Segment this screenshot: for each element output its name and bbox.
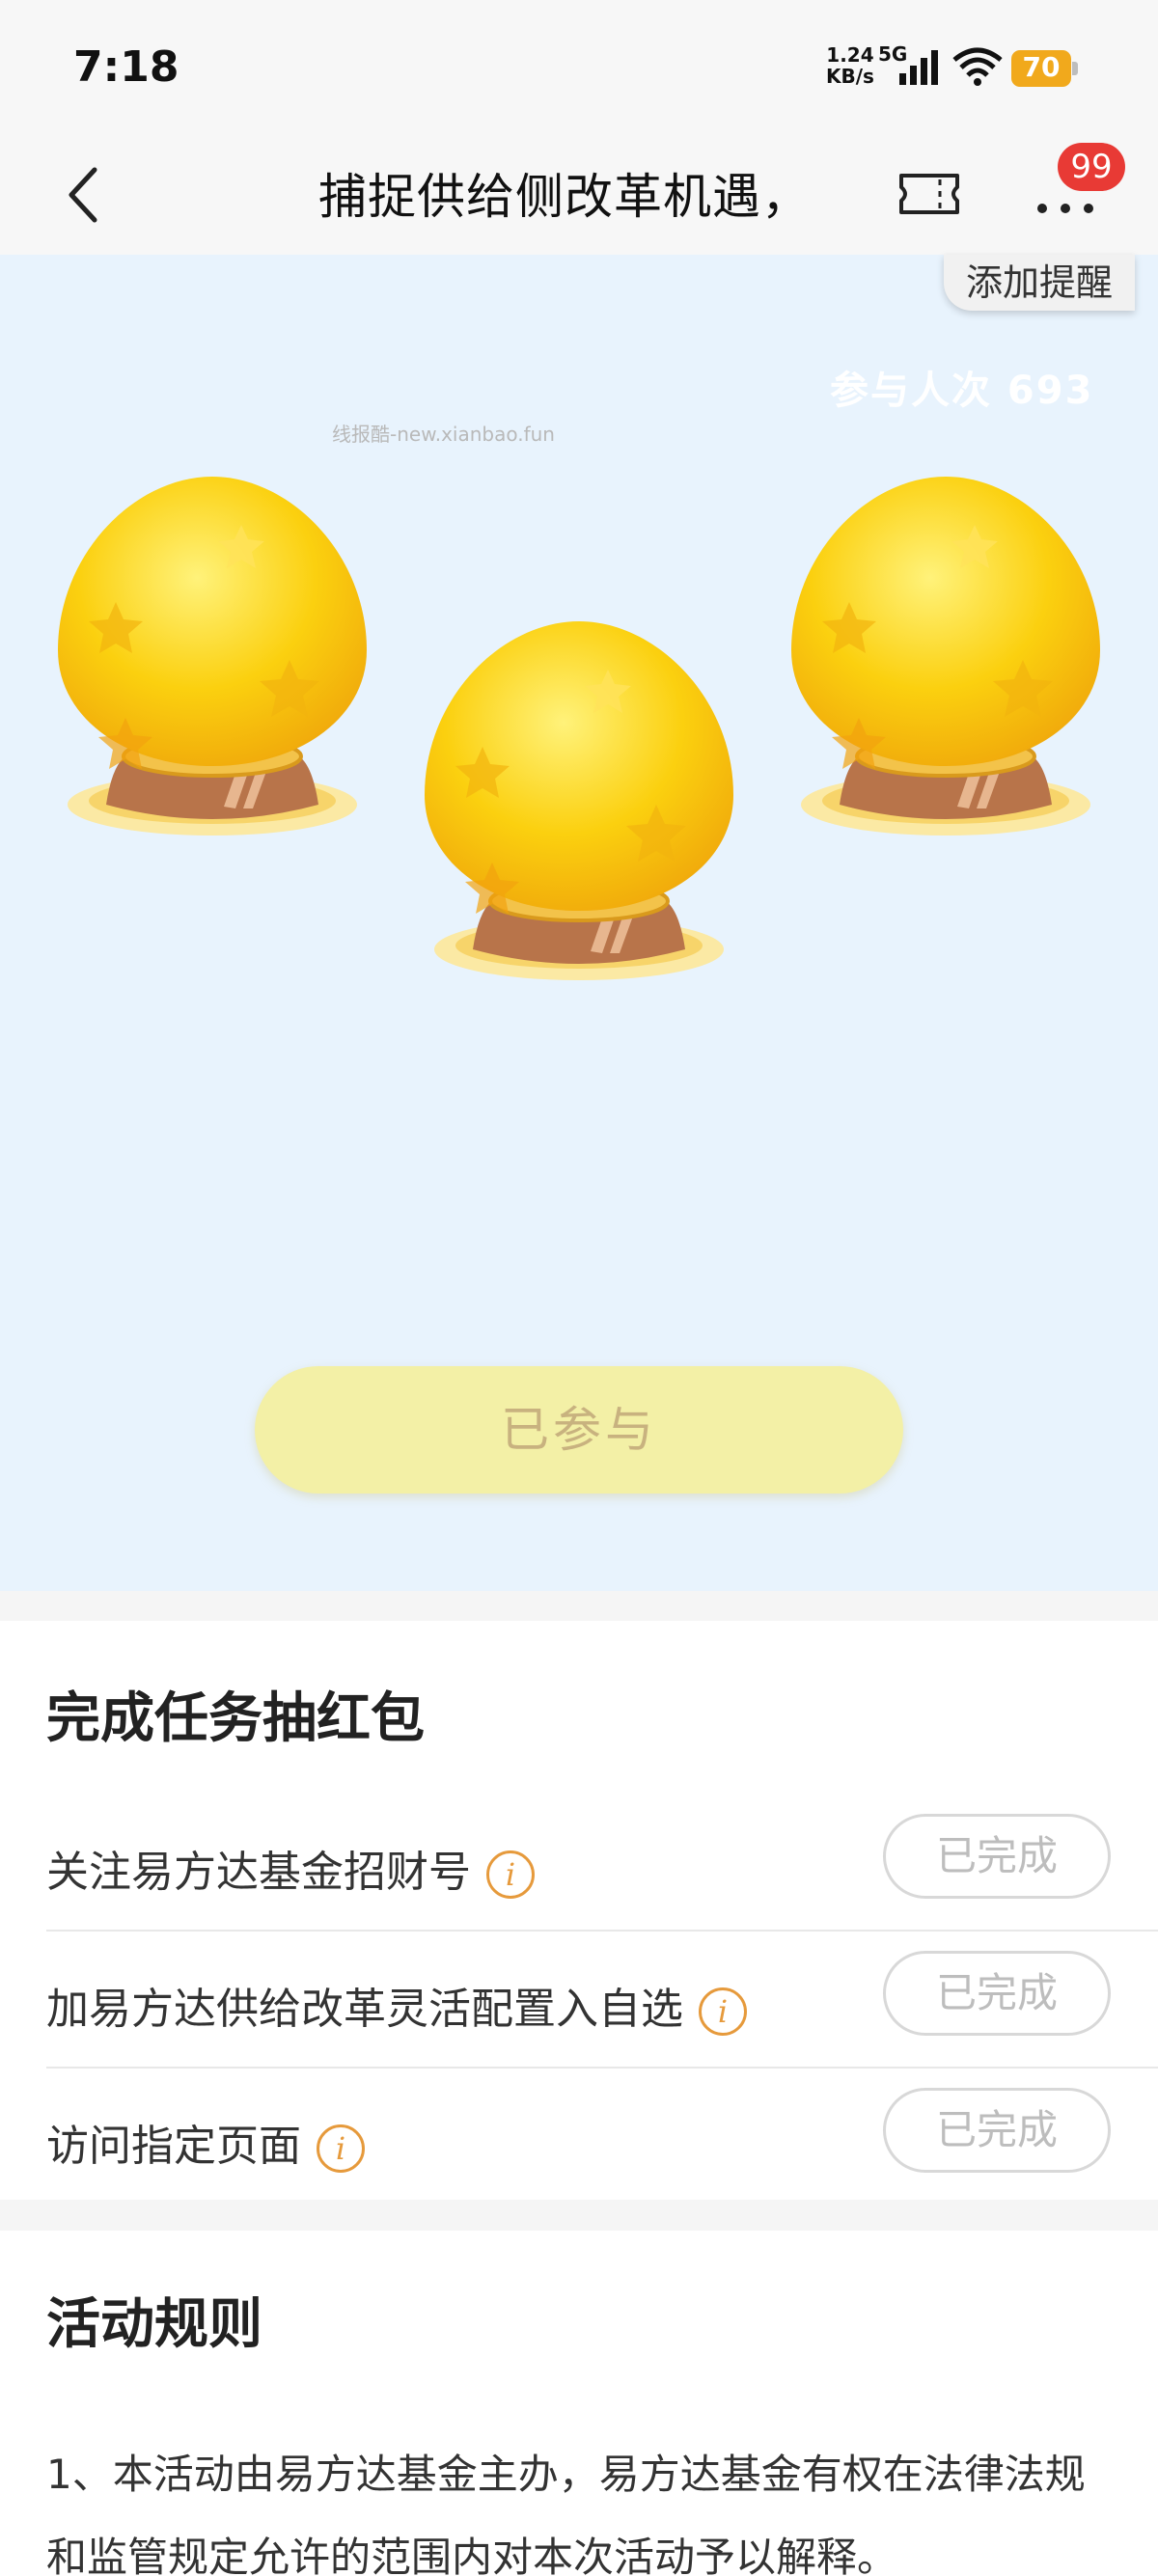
battery-icon: 70 <box>1011 50 1079 87</box>
task-label: 访问指定页面 i <box>46 2111 365 2173</box>
task-label-text: 访问指定页面 <box>46 2122 301 2171</box>
rules-section: 活动规则 1、本活动由易方达基金主办，易方达基金有权在法律法规和监管规定允许的范… <box>0 2231 1158 2576</box>
network-speed-value: 1.24 <box>826 43 874 67</box>
golden-egg-center[interactable] <box>425 621 733 1123</box>
task-status-button[interactable]: 已完成 <box>883 1951 1111 2036</box>
task-row: 访问指定页面 i 已完成 <box>46 2069 1158 2206</box>
egg-game-panel: 添加提醒 参与人次 693 线报酷-new.xianbao.fun 已参与 <box>0 255 1158 1591</box>
task-label-text: 关注易方达基金招财号 <box>46 1848 471 1897</box>
participant-count: 参与人次 693 <box>830 369 1094 413</box>
golden-egg-icon <box>58 477 367 836</box>
golden-egg-icon <box>791 477 1100 836</box>
clock: 7:18 <box>73 42 179 92</box>
task-label: 加易方达供给改革灵活配置入自选 i <box>46 1974 747 2036</box>
battery-cap <box>1072 62 1078 75</box>
info-icon[interactable]: i <box>317 2124 365 2173</box>
network-speed-unit: KB/s <box>826 65 874 88</box>
nav-bar: 捕捉供给侧改革机遇， 99 <box>0 135 1158 255</box>
rules-title: 活动规则 <box>46 2293 262 2356</box>
task-status-button[interactable]: 已完成 <box>883 2088 1111 2173</box>
status-bar: 7:18 1.24 KB/s 5G 70 <box>0 0 1158 135</box>
network-speed: 1.24 KB/s <box>826 44 874 87</box>
add-reminder-button[interactable]: 添加提醒 <box>944 255 1135 311</box>
info-icon[interactable]: i <box>486 1850 535 1899</box>
task-row: 关注易方达基金招财号 i 已完成 <box>46 1795 1158 1932</box>
task-section: 完成任务抽红包 关注易方达基金招财号 i 已完成 加易方达供给改革灵活配置入自选 i… <box>0 1621 1158 2200</box>
battery-level: 70 <box>1022 51 1061 83</box>
info-icon[interactable]: i <box>699 1987 747 2036</box>
task-row: 加易方达供给改革灵活配置入自选 i 已完成 <box>46 1932 1158 2069</box>
golden-egg-right[interactable] <box>791 477 1100 978</box>
rules-text: 1、本活动由易方达基金主办，易方达基金有权在法律法规和监管规定允许的范围内对本次… <box>46 2451 1086 2576</box>
wifi-icon <box>952 47 1003 86</box>
signal-icon <box>899 50 938 85</box>
joined-button[interactable]: 已参与 <box>255 1366 903 1494</box>
back-arrow-icon[interactable] <box>60 164 108 226</box>
task-label-text: 加易方达供给改革灵活配置入自选 <box>46 1985 683 2034</box>
page-title: 捕捉供给侧改革机遇， <box>318 169 811 225</box>
task-section-title: 完成任务抽红包 <box>46 1687 425 1750</box>
task-label: 关注易方达基金招财号 i <box>46 1837 535 1899</box>
golden-egg-icon <box>425 621 733 980</box>
ticket-icon[interactable] <box>897 172 961 216</box>
watermark: 线报酷-new.xianbao.fun <box>332 423 555 446</box>
task-status-button[interactable]: 已完成 <box>883 1814 1111 1899</box>
golden-egg-left[interactable] <box>58 477 367 978</box>
notification-badge: 99 <box>1058 143 1125 191</box>
